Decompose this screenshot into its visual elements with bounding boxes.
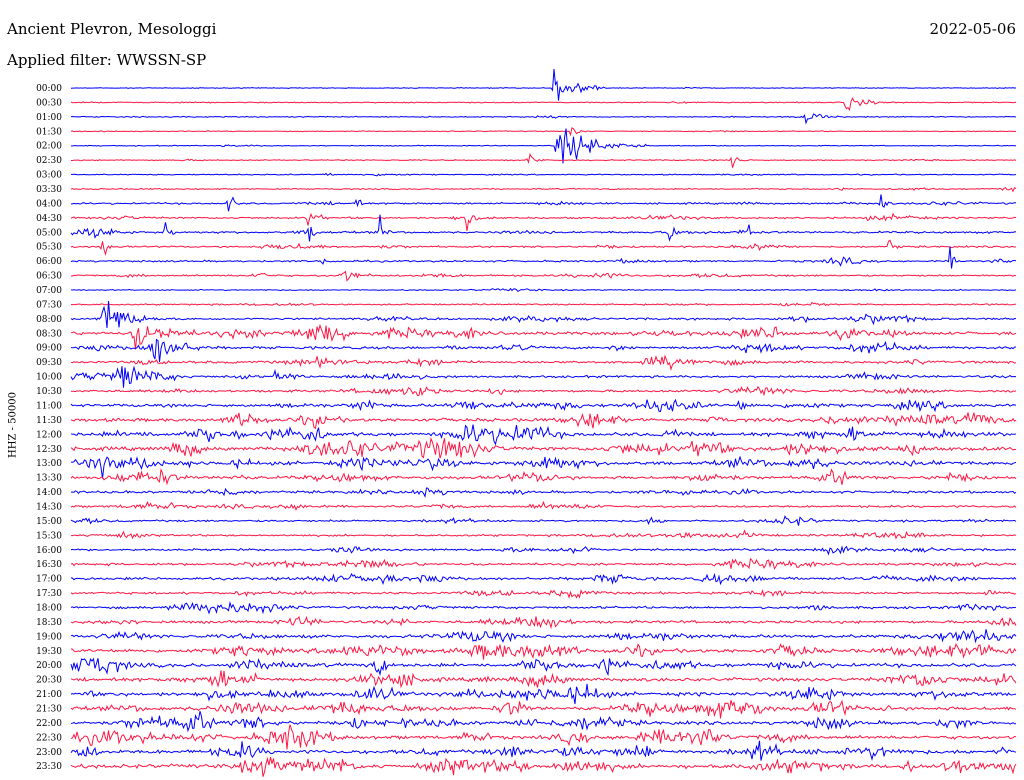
trace-0630 [70,270,1017,282]
tick-label-2230: 22:30 [36,733,62,743]
tick-label-1330: 13:30 [36,474,62,484]
tick-label-0100: 01:00 [36,113,62,123]
tick-label-0630: 06:30 [36,272,62,282]
trace-2030 [70,670,1017,689]
trace-2100 [70,683,1016,705]
trace-0830 [70,323,1017,350]
trace-0030 [70,97,1017,112]
trace-1130 [70,412,1017,430]
trace-2200 [70,711,1017,733]
tick-label-0600: 06:00 [36,257,62,267]
tick-label-0130: 01:30 [36,127,62,137]
trace-0930 [70,354,1017,372]
tick-label-2200: 22:00 [36,719,62,729]
trace-1830 [70,615,1017,630]
tick-label-0900: 09:00 [36,344,62,354]
trace-0330 [70,186,1017,193]
trace-1200 [70,424,1017,446]
helicorder-plot: 00:00 00:30 01:00 01:30 02:00 02:30 03:00 03:30… [36,68,1017,777]
trace-0000 [70,68,1017,101]
trace-2130 [70,699,1017,719]
trace-1030 [71,385,1017,397]
tick-label-2100: 21:00 [36,690,62,700]
tick-label-1000: 10:00 [36,373,62,383]
tick-label-2130: 21:30 [36,704,62,714]
trace-0700 [70,287,1017,293]
trace-0130 [70,126,1017,137]
trace-1930 [70,643,1017,660]
tick-label-2000: 20:00 [36,661,62,671]
tick-label-0300: 03:00 [36,171,62,181]
tick-label-1200: 12:00 [36,430,62,440]
tick-label-0400: 04:00 [36,199,62,209]
tick-label-0330: 03:30 [36,185,62,195]
trace-1730 [70,589,1017,599]
tick-label-2330: 23:30 [36,762,62,772]
tick-label-1730: 17:30 [36,589,62,599]
trace-0400 [71,194,1017,212]
tick-label-1300: 13:00 [36,459,62,469]
trace-2330 [70,756,1017,777]
tick-label-0800: 08:00 [36,315,62,325]
trace-1600 [70,545,1017,556]
tick-label-1630: 16:30 [36,560,62,570]
tick-label-0530: 05:30 [36,243,62,253]
tick-label-0000: 00:00 [36,84,62,94]
tick-label-1130: 11:30 [36,416,62,426]
tick-label-1700: 17:00 [36,575,62,585]
trace-1000 [70,365,1017,388]
trace-1700 [70,572,1017,586]
trace-0530 [70,239,1017,257]
tick-label-1900: 19:00 [36,632,62,642]
trace-1100 [70,398,1017,413]
trace-1630 [70,557,1017,570]
tick-label-0500: 05:00 [36,228,62,238]
trace-0100 [70,113,1017,125]
trace-0730 [70,301,1017,307]
tick-label-0430: 04:30 [36,214,62,224]
tick-label-0930: 09:30 [36,358,62,368]
tick-label-1230: 12:30 [36,445,62,455]
tick-label-1530: 15:30 [36,531,62,541]
trace-1400 [70,487,1017,499]
tick-label-1030: 10:30 [36,387,62,397]
tick-label-1500: 15:00 [36,517,62,527]
trace-1230 [70,437,1017,459]
trace-2300 [70,740,1017,761]
tick-label-1800: 18:00 [36,603,62,613]
tick-label-1830: 18:30 [36,618,62,628]
tick-label-0830: 08:30 [36,329,62,339]
tick-label-1430: 14:30 [36,502,62,512]
trace-0230 [71,152,1017,168]
tick-label-1930: 19:30 [36,647,62,657]
tick-label-1600: 16:00 [36,546,62,556]
trace-1300 [70,455,1017,479]
trace-0900 [70,338,1017,363]
tick-label-1100: 11:00 [36,401,62,411]
tick-label-0700: 07:00 [36,286,62,296]
trace-2230 [70,724,1017,750]
tick-label-0030: 00:30 [36,98,62,108]
trace-1430 [70,500,1017,511]
trace-1500 [70,515,1017,526]
trace-1900 [70,629,1017,644]
trace-0200 [70,128,1017,164]
tick-label-0230: 02:30 [36,156,62,166]
tick-label-0200: 02:00 [36,142,62,152]
trace-1800 [70,600,1017,615]
tick-label-0730: 07:30 [36,300,62,310]
tick-label-2300: 23:00 [36,748,62,758]
tick-label-2030: 20:30 [36,676,62,686]
trace-0600 [70,246,1017,269]
tick-label-1400: 14:00 [36,488,62,498]
trace-2000 [70,657,1017,677]
trace-1330 [70,467,1017,486]
trace-1530 [71,529,1017,540]
trace-0430 [70,212,1017,231]
trace-0300 [71,172,1017,177]
